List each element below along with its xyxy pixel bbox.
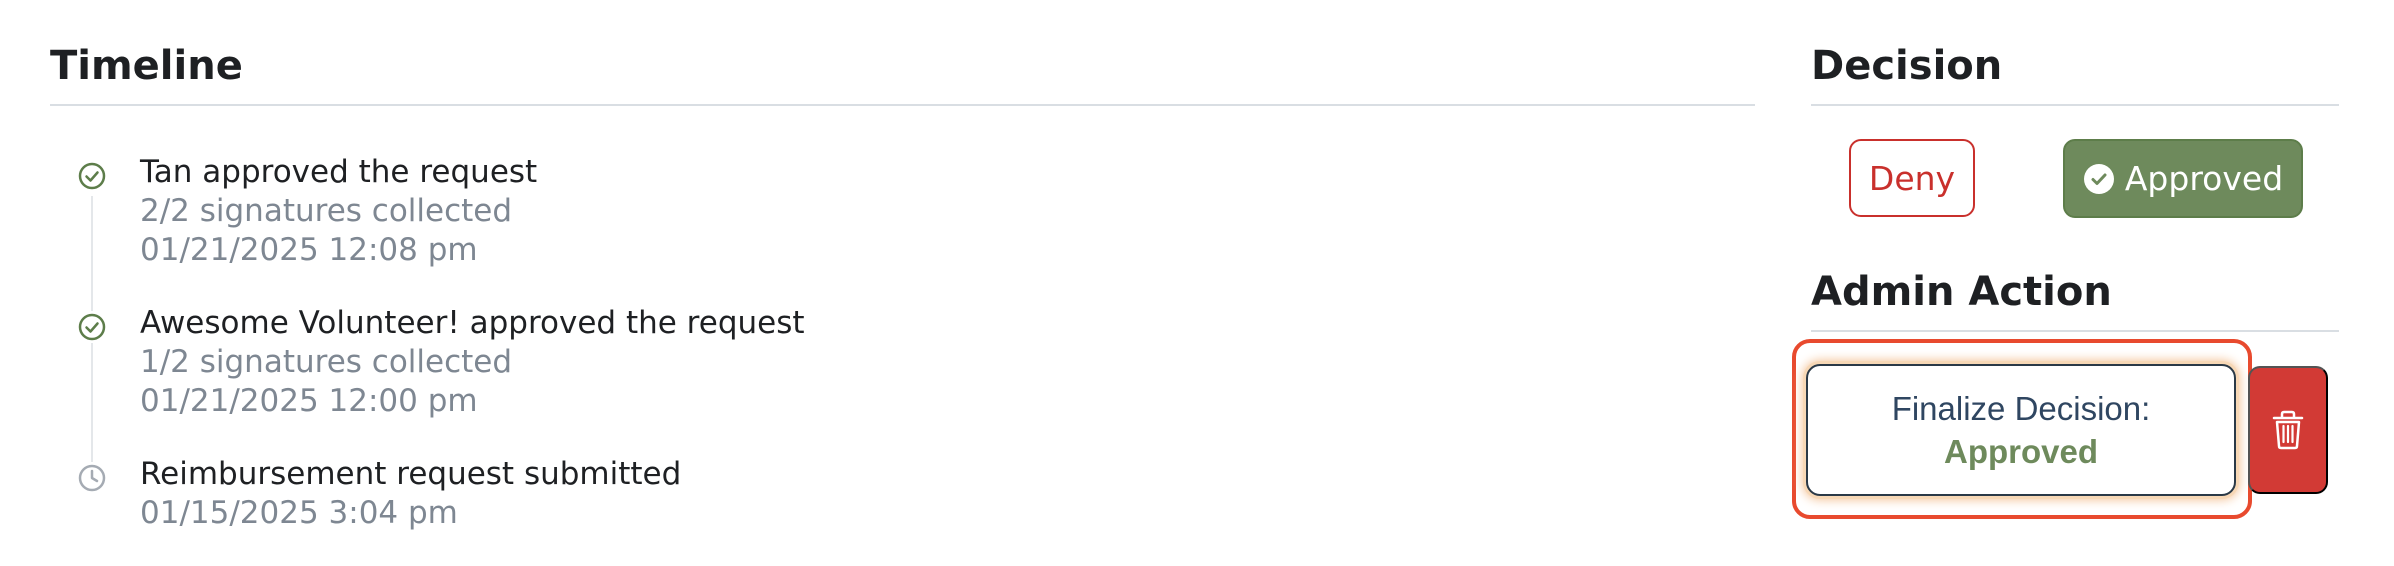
admin-action-heading: Admin Action (1811, 269, 2112, 315)
decision-heading: Decision (1811, 43, 2003, 89)
timeline-event-timestamp: 01/15/2025 3:04 pm (140, 495, 458, 531)
finalize-decision-status: Approved (1943, 433, 2098, 470)
deny-button[interactable]: Deny (1849, 139, 1975, 217)
timeline-heading: Timeline (50, 43, 243, 89)
timeline-event-timestamp: 01/21/2025 12:00 pm (140, 383, 478, 419)
approved-button[interactable]: Approved (2063, 139, 2303, 218)
timeline-event-title: Reimbursement request submitted (140, 456, 682, 492)
timeline-divider (50, 104, 1755, 106)
delete-button[interactable] (2248, 366, 2328, 494)
finalize-decision-label: Finalize Decision: (1891, 390, 2151, 427)
request-detail-panel: Timeline Tan approved the request 2/2 si… (0, 0, 2394, 566)
timeline-event-title: Tan approved the request (140, 154, 538, 190)
decision-divider (1811, 104, 2339, 106)
trash-icon (2270, 410, 2306, 450)
clock-icon (76, 462, 108, 494)
timeline-event-timestamp: 01/21/2025 12:08 pm (140, 232, 478, 268)
check-circle-icon (76, 160, 108, 192)
timeline-event-title: Awesome Volunteer! approved the request (140, 305, 805, 341)
timeline-event-signatures: 2/2 signatures collected (140, 193, 513, 229)
approved-button-label: Approved (2124, 159, 2284, 198)
check-circle-icon (2083, 163, 2115, 195)
admin-action-divider (1811, 330, 2339, 332)
timeline-event-signatures: 1/2 signatures collected (140, 344, 513, 380)
finalize-decision-button[interactable]: Finalize Decision: Approved (1806, 364, 2236, 496)
check-circle-icon (76, 311, 108, 343)
